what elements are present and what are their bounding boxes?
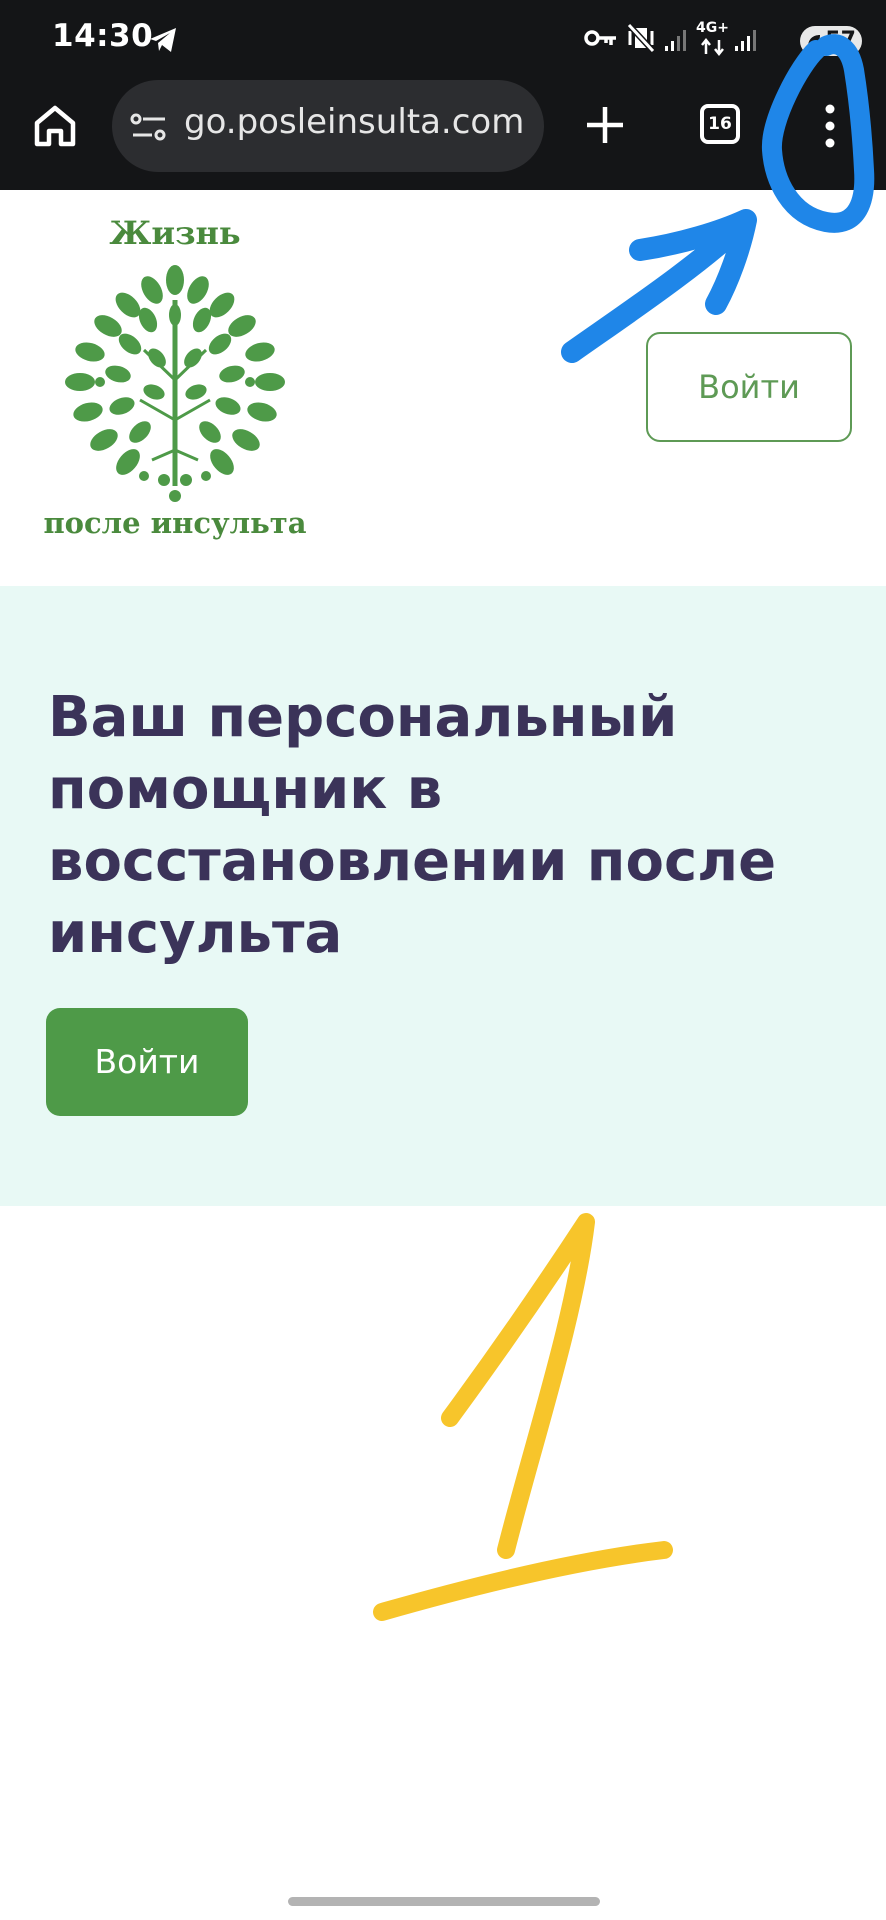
tree-logo-icon [65, 265, 285, 502]
signal-icon [735, 30, 756, 51]
header-login-button[interactable]: Войти [646, 332, 852, 442]
url-text[interactable]: go.posleinsulta.com [184, 102, 524, 142]
home-icon[interactable] [32, 103, 78, 149]
logo-top-text: Жизнь [109, 214, 241, 252]
yellow-step-number-annotation [373, 1213, 673, 1621]
battery-level: 57 [825, 28, 856, 53]
site-settings-icon[interactable] [130, 111, 168, 143]
network-type-label: 4G+ [696, 20, 729, 36]
tab-count: 16 [708, 114, 732, 134]
hero-section: Ваш персональный помощник в восстановлен… [0, 586, 886, 1206]
key-icon [584, 30, 616, 46]
gesture-home-indicator[interactable] [288, 1897, 600, 1906]
logo-bottom-text: после инсульта [43, 506, 307, 540]
battery-saver-leaf-icon [808, 35, 820, 47]
browser-chrome: 14:30 4G+ 57 go.posleinsulta.com 16 [0, 0, 886, 190]
hero-login-button[interactable]: Войти [46, 1008, 248, 1116]
vibrate-mute-icon [626, 22, 656, 54]
signal-icon [665, 30, 686, 51]
new-tab-plus-icon[interactable] [584, 104, 626, 146]
status-time: 14:30 [52, 18, 154, 54]
battery-indicator: 57 [800, 26, 862, 56]
tab-switcher-icon[interactable]: 16 [700, 104, 740, 144]
overflow-menu-icon[interactable] [818, 101, 842, 151]
site-logo[interactable]: Жизнь после инсульта [30, 214, 330, 554]
hero-title: Ваш персональный помощник в восстановлен… [48, 685, 777, 966]
telegram-icon [150, 28, 176, 52]
data-arrows-icon [701, 38, 724, 56]
